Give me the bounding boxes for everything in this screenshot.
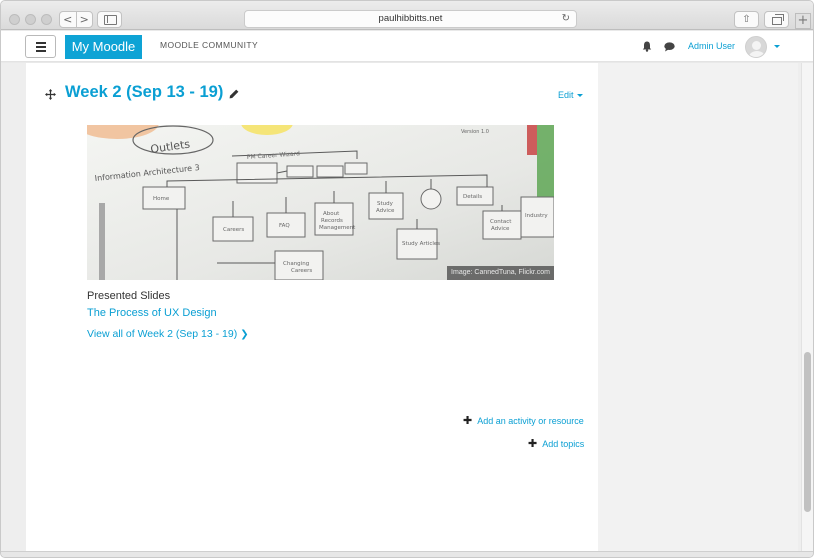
svg-text:Industry: Industry (525, 213, 548, 219)
add-activity-label: Add an activity or resource (477, 416, 584, 426)
edit-menu[interactable]: Edit (558, 90, 583, 100)
minimize-window-button[interactable] (25, 14, 36, 25)
brand-link[interactable]: My Moodle (65, 35, 142, 59)
add-topics-label: Add topics (542, 439, 585, 449)
back-button[interactable]: < (60, 12, 77, 27)
browser-toolbar: < > paulhibbitts.net ↻ ⇧ + (1, 1, 813, 30)
section-title[interactable]: Week 2 (Sep 13 - 19) (65, 83, 223, 102)
user-menu-caret-icon[interactable] (774, 45, 780, 48)
add-topics-link[interactable]: ✚ Add topics (528, 437, 584, 450)
hamburger-menu-button[interactable] (25, 35, 56, 58)
window-bottom-edge (1, 551, 813, 557)
bell-icon[interactable] (642, 41, 652, 52)
browser-window: < > paulhibbitts.net ↻ ⇧ + My Moodle MOO… (0, 0, 814, 558)
moodle-navbar: My Moodle MOODLE COMMUNITY Admin User (1, 31, 813, 62)
image-credit: Image: CannedTuna, Flickr.com (447, 266, 554, 280)
close-window-button[interactable] (9, 14, 20, 25)
svg-text:Version 1.0: Version 1.0 (461, 129, 489, 135)
svg-text:Home: Home (153, 196, 170, 202)
show-tabs-button[interactable] (764, 11, 789, 28)
reload-icon[interactable]: ↻ (562, 11, 570, 27)
user-menu-name[interactable]: Admin User (688, 41, 735, 51)
svg-text:Study: Study (377, 201, 394, 207)
caret-down-icon (576, 94, 583, 98)
page-scrollbar[interactable] (801, 63, 813, 551)
svg-text:Careers: Careers (223, 227, 244, 233)
svg-text:Careers: Careers (291, 268, 312, 274)
svg-text:Management: Management (319, 225, 356, 231)
avatar[interactable] (745, 36, 767, 58)
svg-text:Study Articles: Study Articles (402, 241, 440, 247)
plus-icon: ✚ (463, 414, 473, 427)
chat-icon[interactable] (664, 42, 675, 52)
sidebar-toggle-button[interactable] (97, 11, 122, 28)
wireframe-photo: Information Architecture 3 PM Career Wiz… (87, 125, 554, 280)
add-activity-link[interactable]: ✚ Add an activity or resource (463, 414, 584, 427)
svg-text:Contact: Contact (490, 219, 512, 225)
zoom-window-button[interactable] (41, 14, 52, 25)
svg-text:Records: Records (321, 218, 343, 224)
new-tab-button[interactable]: + (795, 13, 811, 29)
forward-button[interactable]: > (77, 12, 93, 27)
svg-text:FAQ: FAQ (279, 223, 290, 229)
svg-text:Advice: Advice (376, 208, 395, 214)
svg-text:Advice: Advice (491, 226, 510, 232)
move-icon[interactable] (45, 89, 56, 100)
edit-menu-label: Edit (558, 90, 574, 100)
section-image: Information Architecture 3 PM Career Wiz… (87, 125, 554, 280)
slides-label: Presented Slides (87, 290, 171, 302)
pencil-icon[interactable] (229, 89, 239, 99)
share-button[interactable]: ⇧ (734, 11, 759, 28)
moodle-community-link[interactable]: MOODLE COMMUNITY (160, 40, 258, 50)
slides-link[interactable]: The Process of UX Design (87, 307, 217, 319)
address-url: paulhibbitts.net (378, 13, 443, 24)
history-nav: < > (59, 11, 93, 28)
chevron-right-icon: ❯ (240, 329, 249, 340)
svg-text:Details: Details (463, 194, 482, 200)
hamburger-icon (36, 42, 46, 44)
plus-icon: ✚ (528, 437, 538, 450)
scroll-thumb[interactable] (804, 352, 811, 512)
svg-text:About: About (323, 211, 340, 217)
address-bar[interactable]: paulhibbitts.net ↻ (244, 10, 577, 28)
svg-text:Changing: Changing (283, 261, 309, 267)
view-all-link[interactable]: View all of Week 2 (Sep 13 - 19) ❯ (87, 328, 249, 340)
right-blocks-region (598, 63, 798, 551)
view-all-label: View all of Week 2 (Sep 13 - 19) (87, 328, 238, 340)
